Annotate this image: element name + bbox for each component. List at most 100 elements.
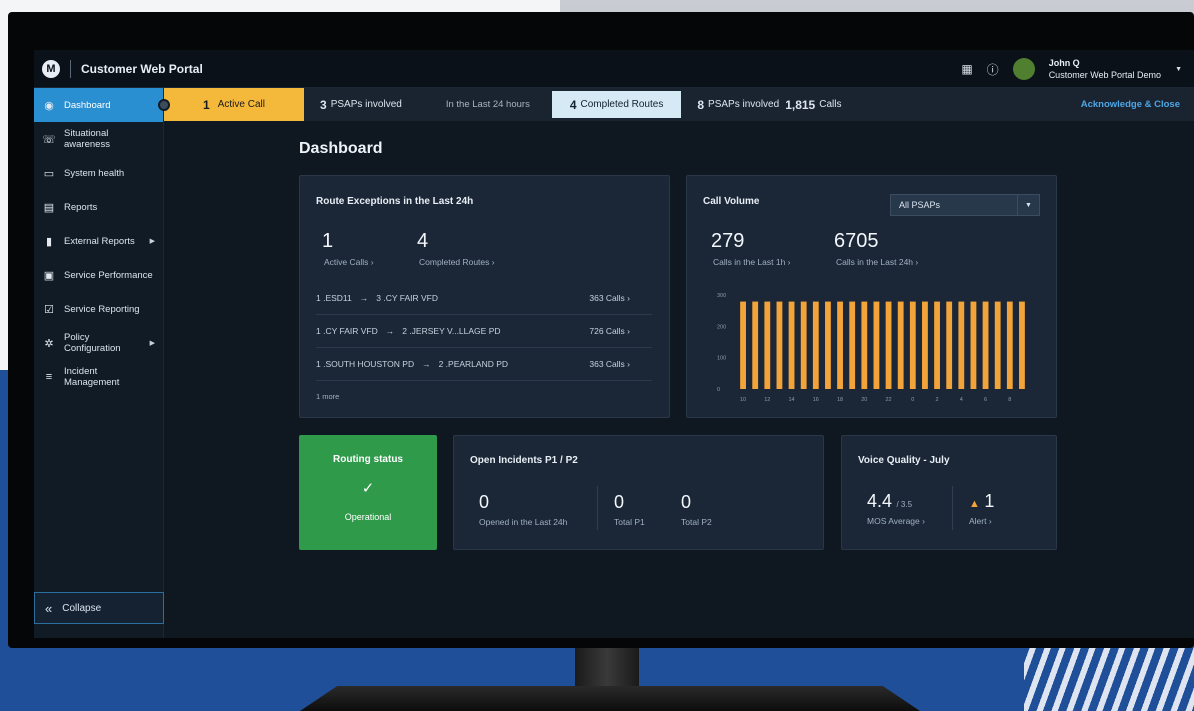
monitor-bezel: M Customer Web Portal ▦ ⓘ John Q Custome… xyxy=(8,12,1194,648)
chart-bar[interactable] xyxy=(825,301,831,389)
avatar[interactable] xyxy=(1012,58,1035,80)
chart-bar[interactable] xyxy=(788,301,795,389)
opened-last-24h-stat[interactable]: 0 Opened in the Last 24h xyxy=(479,492,567,527)
psap-dropdown-value: All PSAPs xyxy=(899,200,941,210)
info-icon[interactable]: ⓘ xyxy=(987,61,999,78)
collapse-button[interactable]: « Collapse xyxy=(34,592,164,624)
chart-bar[interactable] xyxy=(740,301,746,389)
chart-bar[interactable] xyxy=(837,301,843,389)
chart-bar[interactable] xyxy=(776,301,783,389)
sidebar-item-label: Service Performance xyxy=(64,269,153,281)
chart-bar[interactable] xyxy=(922,301,928,389)
completed-routes-stat[interactable]: 4 Completed Routes › xyxy=(417,230,495,267)
checkbox-icon: ☑ xyxy=(44,303,54,316)
sidebar-item-label: Reports xyxy=(64,201,98,213)
active-calls-label: Active Calls › xyxy=(324,257,374,267)
call-volume-title: Call Volume xyxy=(703,196,760,207)
x-tick-label: 14 xyxy=(789,397,795,403)
last-24h-stat[interactable]: 6705 Calls in the Last 24h › xyxy=(834,230,918,267)
route-from: 1 .SOUTH HOUSTON PD xyxy=(316,359,415,369)
chart-bar[interactable] xyxy=(752,301,759,389)
gear-icon: ✲ xyxy=(44,337,54,350)
total-p2-stat[interactable]: 0 Total P2 xyxy=(681,492,712,527)
x-tick-label: 16 xyxy=(813,397,819,403)
sidebar-item-service-reporting[interactable]: ☑ Service Reporting xyxy=(34,292,163,326)
sidebar-item-external-reports[interactable]: ▮ External Reports ▶ xyxy=(34,224,163,258)
routing-status-title: Routing status xyxy=(333,454,403,465)
calls-count: 1,815 xyxy=(785,97,816,112)
x-tick-label: 0 xyxy=(911,397,914,403)
x-tick-label: 18 xyxy=(837,397,843,403)
caret-down-icon[interactable]: ▼ xyxy=(1175,66,1182,73)
bar-chart-icon: ▮ xyxy=(45,235,53,248)
sidebar-item-label: Incident Management xyxy=(64,366,120,388)
phone-icon: ☏ xyxy=(42,133,56,146)
chart-bar[interactable] xyxy=(873,301,880,389)
chart-bar[interactable] xyxy=(861,301,868,389)
chart-bar[interactable] xyxy=(764,301,771,389)
arrow-right-icon: → xyxy=(385,326,395,336)
motorola-logo-icon[interactable]: M xyxy=(42,59,60,78)
chart-bar[interactable] xyxy=(970,301,977,389)
active-calls-stat[interactable]: 1 Active Calls › xyxy=(322,230,374,267)
chevron-right-icon: ▶ xyxy=(149,238,155,245)
sidebar-item-system-health[interactable]: ▭ System health xyxy=(34,156,163,190)
chart-bar[interactable] xyxy=(934,301,940,389)
sidebar-item-reports[interactable]: ▤ Reports xyxy=(34,190,163,224)
chart-bar[interactable] xyxy=(946,301,953,389)
psap-dropdown[interactable]: All PSAPs ▼ xyxy=(890,194,1040,216)
psaps-calls-summary: 8 PSAPs involved 1,815 Calls xyxy=(681,98,857,112)
active-calls-count: 1 xyxy=(322,230,334,252)
warning-icon: ▲ xyxy=(969,498,980,510)
last-1h-stat[interactable]: 279 Calls in the Last 1h › xyxy=(711,230,790,267)
chart-bar[interactable] xyxy=(994,301,1001,389)
arrow-right-icon: → xyxy=(359,293,369,303)
chart-bar[interactable] xyxy=(849,301,856,389)
chart-bar[interactable] xyxy=(885,301,892,389)
x-tick-label: 4 xyxy=(960,397,963,403)
last-1h-count: 279 xyxy=(711,230,745,252)
chart-bar[interactable] xyxy=(800,301,807,389)
chart-bar[interactable] xyxy=(897,301,904,389)
sidebar-item-service-performance[interactable]: ▣ Service Performance xyxy=(34,258,163,292)
chart-bar[interactable] xyxy=(812,301,819,389)
completed-count: 4 xyxy=(569,97,577,112)
routing-status-card[interactable]: Routing status ✓ Operational xyxy=(299,435,437,550)
open-incidents-card: Open Incidents P1 / P2 0 Opened in the L… xyxy=(453,435,824,550)
chart-bar[interactable] xyxy=(982,301,989,389)
sidebar-item-dashboard[interactable]: ◉ Dashboard xyxy=(34,88,163,122)
completed-routes-badge[interactable]: 4 Completed Routes xyxy=(551,91,682,118)
sidebar-item-label: External Reports xyxy=(64,235,135,247)
sidebar-item-label: Policy Configuration xyxy=(64,332,121,354)
chart-bar[interactable] xyxy=(958,301,965,389)
route-row[interactable]: 1 .CY FAIR VFD → 2 .JERSEY V...LLAGE PD … xyxy=(316,315,652,348)
route-exceptions-title: Route Exceptions in the Last 24h xyxy=(316,196,474,207)
active-call-badge[interactable]: 1 Active Call xyxy=(158,88,304,121)
user-menu[interactable]: John Q Customer Web Portal Demo xyxy=(1049,57,1161,81)
sidebar-item-incident-management[interactable]: ≡ Incident Management xyxy=(34,360,163,394)
performance-icon: ▣ xyxy=(43,269,55,282)
dashboard-icon: ◉ xyxy=(44,99,54,112)
reports-icon: ▤ xyxy=(43,201,55,214)
alert-stat[interactable]: ▲ 1 Alert › xyxy=(969,491,994,526)
acknowledge-close-link[interactable]: Acknowledge & Close xyxy=(1081,99,1180,110)
sidebar-item-policy-configuration[interactable]: ✲ Policy Configuration ▶ xyxy=(34,326,163,360)
total-p1-stat[interactable]: 0 Total P1 xyxy=(614,492,645,527)
grid-icon[interactable]: ▦ xyxy=(961,62,972,76)
route-row[interactable]: 1 .ESD11 → 3 .CY FAIR VFD 363 Calls › xyxy=(316,282,652,315)
chart-bar[interactable] xyxy=(1019,301,1025,389)
chart-bar[interactable] xyxy=(1006,301,1013,389)
routing-status-value: Operational xyxy=(344,512,392,522)
double-chevron-left-icon: « xyxy=(45,600,53,616)
chart-bar[interactable] xyxy=(909,301,916,389)
route-to: 2 .JERSEY V...LLAGE PD xyxy=(402,326,501,336)
top-right-controls: ▦ ⓘ John Q Customer Web Portal Demo ▼ xyxy=(961,50,1182,88)
p2-label: Total P2 xyxy=(681,517,712,527)
more-routes-link[interactable]: 1 more xyxy=(316,392,339,401)
arrow-right-icon: → xyxy=(422,359,431,369)
active-call-count: 1 xyxy=(203,97,210,112)
opened-count: 0 xyxy=(479,492,490,512)
mos-average-stat[interactable]: 4.4 / 3.5 MOS Average › xyxy=(867,491,925,526)
route-row[interactable]: 1 .SOUTH HOUSTON PD → 2 .PEARLAND PD 363… xyxy=(316,348,652,381)
sidebar-item-situational-awareness[interactable]: ☏ Situational awareness xyxy=(34,122,163,156)
